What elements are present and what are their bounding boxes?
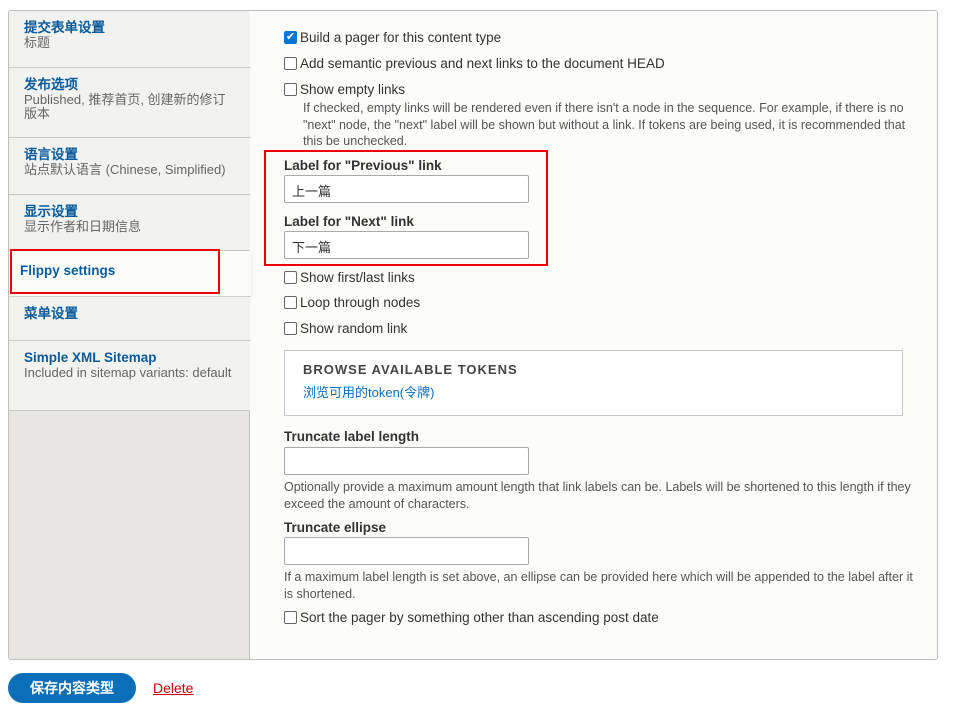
show-empty-links-checkbox[interactable]: Show empty links — [284, 82, 405, 97]
vertical-tabs-sidebar: 提交表单设置 标题 发布选项 Published, 推荐首页, 创建新的修订版本 语… — [9, 11, 251, 659]
tab-display-settings[interactable]: 显示设置 显示作者和日期信息 — [9, 195, 250, 251]
checkmark-icon: ✔ — [284, 31, 297, 44]
checkbox-box — [284, 296, 297, 309]
truncate-ellipse-input[interactable] — [284, 537, 529, 565]
checkbox-box — [284, 322, 297, 335]
tokens-heading: BROWSE AVAILABLE TOKENS — [303, 362, 518, 377]
random-link-checkbox[interactable]: Show random link — [284, 321, 407, 336]
delete-link[interactable]: Delete — [153, 680, 193, 696]
truncate-length-title: Truncate label length — [284, 429, 420, 444]
truncate-ellipse-description: If a maximum label length is set above, … — [284, 570, 913, 601]
next-label-title: Label for "Next" link — [284, 214, 414, 229]
next-label-input[interactable]: 下一篇 — [284, 231, 529, 259]
browse-tokens-box: BROWSE AVAILABLE TOKENS 浏览可用的token(令牌) — [284, 350, 903, 416]
highlight-box — [10, 249, 220, 294]
tab-menu-settings[interactable]: 菜单设置 — [9, 297, 250, 341]
first-last-checkbox[interactable]: Show first/last links — [284, 270, 415, 285]
show-empty-description: If checked, empty links will be rendered… — [303, 101, 906, 148]
tab-language-settings[interactable]: 语言设置 站点默认语言 (Chinese, Simplified) — [9, 138, 250, 195]
sort-pager-checkbox[interactable]: Sort the pager by something other than a… — [284, 610, 659, 625]
checkbox-box — [284, 83, 297, 96]
save-content-type-button[interactable]: 保存内容类型 — [8, 673, 136, 703]
truncate-length-input[interactable] — [284, 447, 529, 475]
browse-tokens-link[interactable]: 浏览可用的token(令牌) — [303, 382, 884, 401]
truncate-length-description: Optionally provide a maximum amount leng… — [284, 480, 911, 511]
loop-checkbox[interactable]: Loop through nodes — [284, 295, 420, 310]
checkbox-box — [284, 271, 297, 284]
tab-submission-form[interactable]: 提交表单设置 标题 — [9, 11, 250, 68]
vertical-tabs-panel: 提交表单设置 标题 发布选项 Published, 推荐首页, 创建新的修订版本 语… — [8, 10, 938, 660]
prev-label-title: Label for "Previous" link — [284, 158, 442, 173]
checkbox-box — [284, 57, 297, 70]
truncate-ellipse-title: Truncate ellipse — [284, 520, 387, 535]
build-pager-checkbox[interactable]: ✔ Build a pager for this content type — [284, 30, 501, 45]
tab-simple-xml-sitemap[interactable]: Simple XML Sitemap Included in sitemap va… — [9, 341, 250, 411]
semantic-links-checkbox[interactable]: Add semantic previous and next links to … — [284, 56, 665, 71]
tab-publishing-options[interactable]: 发布选项 Published, 推荐首页, 创建新的修订版本 — [9, 68, 250, 138]
prev-label-input[interactable]: 上一篇 — [284, 175, 529, 203]
checkbox-box — [284, 611, 297, 624]
